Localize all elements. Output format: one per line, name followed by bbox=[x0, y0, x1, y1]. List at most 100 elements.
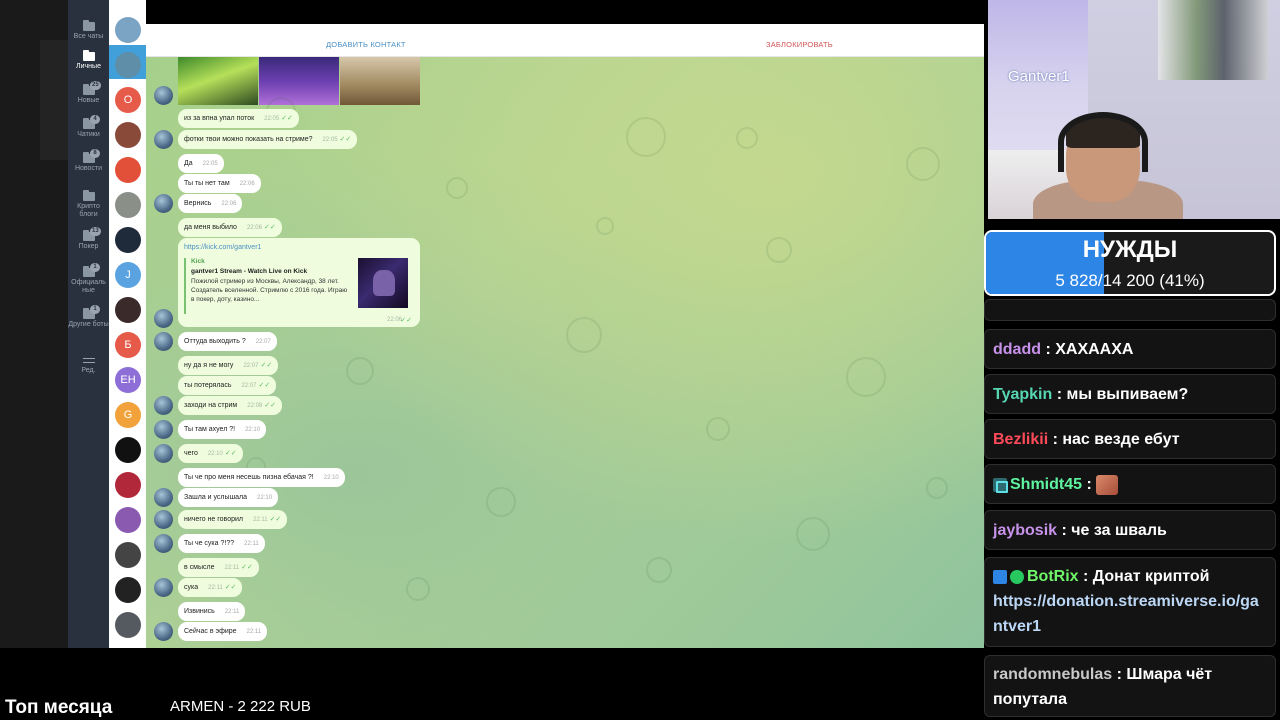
folder-item[interactable]: Ред. bbox=[68, 356, 109, 375]
chat-username[interactable]: Bezlikii bbox=[993, 431, 1048, 448]
sender-avatar[interactable] bbox=[154, 130, 173, 149]
message-bubble[interactable]: Вернись 22:06 bbox=[178, 194, 243, 213]
sender-avatar[interactable] bbox=[154, 396, 173, 415]
folder-item[interactable]: Все чаты bbox=[68, 20, 109, 41]
wallpaper-doodle bbox=[406, 577, 430, 601]
photo-thumbnail[interactable] bbox=[178, 57, 258, 105]
message-bubble[interactable]: Ты че про меня несешь пизна ебачая ?! 22:… bbox=[178, 468, 345, 487]
chat-username[interactable]: Tyapkin bbox=[993, 386, 1052, 403]
folder-item[interactable]: Крипто блоги bbox=[68, 190, 109, 219]
preview-thumbnail bbox=[358, 258, 408, 308]
folder-item[interactable]: 8 Новости bbox=[68, 149, 109, 173]
chat-avatar[interactable] bbox=[115, 297, 141, 323]
add-contact-button[interactable]: ДОБАВИТЬ КОНТАКТ bbox=[326, 40, 406, 49]
donation-goal: НУЖДЫ 5 828/14 200 (41%) bbox=[984, 230, 1276, 296]
donation-link[interactable]: https://donation.streamiverse.io/gantver… bbox=[993, 593, 1259, 635]
sender-avatar[interactable] bbox=[154, 86, 173, 105]
chat-avatar[interactable] bbox=[115, 192, 141, 218]
message-bubble[interactable]: Зашла и услышала 22:10 bbox=[178, 488, 279, 507]
link-preview-message[interactable]: https://kick.com/gantver1 Kick gantver1 … bbox=[178, 238, 420, 327]
folder-item[interactable]: 13 Покер bbox=[68, 227, 109, 251]
folder-label: Крипто блоги bbox=[77, 203, 100, 218]
photo-thumbnail[interactable] bbox=[340, 57, 420, 105]
block-user-button[interactable]: ЗАБЛОКИРОВАТЬ bbox=[766, 40, 833, 49]
message-bubble[interactable]: заходи на стрим 22:08 ✓✓ bbox=[178, 396, 282, 415]
wallpaper-doodle bbox=[796, 517, 830, 551]
chat-avatar[interactable] bbox=[115, 542, 141, 568]
chat-username[interactable]: randomnebulas bbox=[993, 666, 1112, 683]
chat-avatar[interactable] bbox=[115, 507, 141, 533]
stream-chat-message: Bezlikii : нас везде ебут bbox=[984, 419, 1276, 459]
stream-chat-message: BotRix : Донат криптой https://donation.s… bbox=[984, 557, 1276, 647]
chat-avatar[interactable] bbox=[115, 52, 141, 78]
message-bubble[interactable]: в смысле 22:11 ✓✓ bbox=[178, 558, 259, 577]
folder-item[interactable]: 25 Новые bbox=[68, 81, 109, 105]
wallpaper-doodle bbox=[706, 417, 730, 441]
chat-avatar[interactable] bbox=[115, 157, 141, 183]
message-text: да меня выбило bbox=[184, 224, 237, 231]
background-window-edge bbox=[0, 0, 70, 648]
wallpaper-doodle bbox=[766, 237, 792, 263]
folder-item[interactable]: 1 Другие боты bbox=[68, 305, 109, 329]
message-text: чего bbox=[184, 450, 198, 457]
subscriber-badge-icon bbox=[993, 477, 1008, 493]
message-time: 22:08 bbox=[247, 403, 263, 409]
message-bubble[interactable]: ты потерялась 22:07 ✓✓ bbox=[178, 376, 277, 395]
chat-avatar[interactable] bbox=[115, 612, 141, 638]
message-time: 22:11 bbox=[224, 609, 240, 615]
message-bubble[interactable]: Ты че сука ?!?? 22:11 bbox=[178, 534, 265, 553]
message-bubble[interactable]: Оттуда выходить ? 22:07 bbox=[178, 332, 277, 351]
chat-avatar[interactable] bbox=[115, 122, 141, 148]
chat-avatar[interactable]: Б bbox=[115, 332, 141, 358]
sender-avatar[interactable] bbox=[154, 309, 173, 328]
photo-thumbnail[interactable] bbox=[259, 57, 339, 105]
chat-avatar[interactable]: J bbox=[115, 262, 141, 288]
message-bubble[interactable]: фотки твои можно показать на стриме? 22:0… bbox=[178, 130, 358, 149]
chat-username[interactable]: jaybosik bbox=[993, 522, 1057, 539]
message-bubble[interactable]: Извинись 22:11 bbox=[178, 602, 246, 621]
message-bubble[interactable]: сука 22:11 ✓✓ bbox=[178, 578, 243, 597]
message-bubble[interactable]: Сейчас в эфире 22:11 bbox=[178, 622, 268, 641]
chat-avatar[interactable]: ЕН bbox=[115, 367, 141, 393]
message-bubble[interactable]: Да 22:05 bbox=[178, 154, 224, 173]
message-bubble[interactable]: Ты ты нет там 22:06 bbox=[178, 174, 261, 193]
sender-avatar[interactable] bbox=[154, 534, 173, 553]
sender-avatar[interactable] bbox=[154, 444, 173, 463]
sender-avatar[interactable] bbox=[154, 332, 173, 351]
folders-sidebar: Все чаты Личные 25 Новые 4 Чатики 8 Новости Крип… bbox=[68, 0, 109, 648]
sender-avatar[interactable] bbox=[154, 622, 173, 641]
stream-frame: Все чаты Личные 25 Новые 4 Чатики 8 Новости Крип… bbox=[0, 0, 1280, 720]
chat-username[interactable]: ddadd bbox=[993, 341, 1041, 358]
message-bubble[interactable]: ну да я не могу 22:07 ✓✓ bbox=[178, 356, 279, 375]
message-bubble[interactable]: да меня выбило 22:06 ✓✓ bbox=[178, 218, 282, 237]
chat-username[interactable]: Shmidt45 bbox=[1010, 476, 1082, 493]
folder-item[interactable]: 4 Чатики bbox=[68, 115, 109, 139]
folder-label: Чатики bbox=[77, 131, 100, 138]
read-checkmarks-icon: ✓✓ bbox=[224, 450, 237, 457]
sender-avatar[interactable] bbox=[154, 510, 173, 529]
sender-avatar[interactable] bbox=[154, 194, 173, 213]
chat-avatar[interactable] bbox=[115, 577, 141, 603]
chat-username[interactable]: BotRix bbox=[1027, 568, 1079, 585]
chat-avatar[interactable] bbox=[115, 227, 141, 253]
folder-item[interactable]: 1 Официаль ные bbox=[68, 263, 109, 295]
photo-album[interactable] bbox=[178, 57, 420, 105]
message-bubble[interactable]: чего 22:10 ✓✓ bbox=[178, 444, 243, 463]
message-bubble[interactable]: ничего не говорил 22:11 ✓✓ bbox=[178, 510, 288, 529]
sender-avatar[interactable] bbox=[154, 488, 173, 507]
message-link[interactable]: https://kick.com/gantver1 bbox=[184, 244, 261, 251]
link-preview[interactable]: Kick gantver1 Stream - Watch Live on Kic… bbox=[184, 258, 414, 314]
chat-avatar[interactable]: O bbox=[115, 87, 141, 113]
webcam-overlay: Gantver1 bbox=[988, 0, 1280, 219]
chat-avatar[interactable] bbox=[115, 472, 141, 498]
sender-avatar[interactable] bbox=[154, 578, 173, 597]
message-bubble[interactable]: Ты там ахуел ?! 22:10 bbox=[178, 420, 267, 439]
chat-avatar[interactable] bbox=[115, 437, 141, 463]
message-bubble[interactable]: из за впна упал поток 22:05 ✓✓ bbox=[178, 109, 299, 128]
folder-item[interactable]: Личные bbox=[68, 50, 109, 71]
chat-avatar[interactable]: G bbox=[115, 402, 141, 428]
sender-avatar[interactable] bbox=[154, 420, 173, 439]
stream-chat-message: randomnebulas : Шмара чёт попутала bbox=[984, 655, 1276, 717]
message-area[interactable]: https://kick.com/gantver1 Kick gantver1 … bbox=[146, 57, 984, 648]
chat-avatar[interactable] bbox=[115, 17, 141, 43]
